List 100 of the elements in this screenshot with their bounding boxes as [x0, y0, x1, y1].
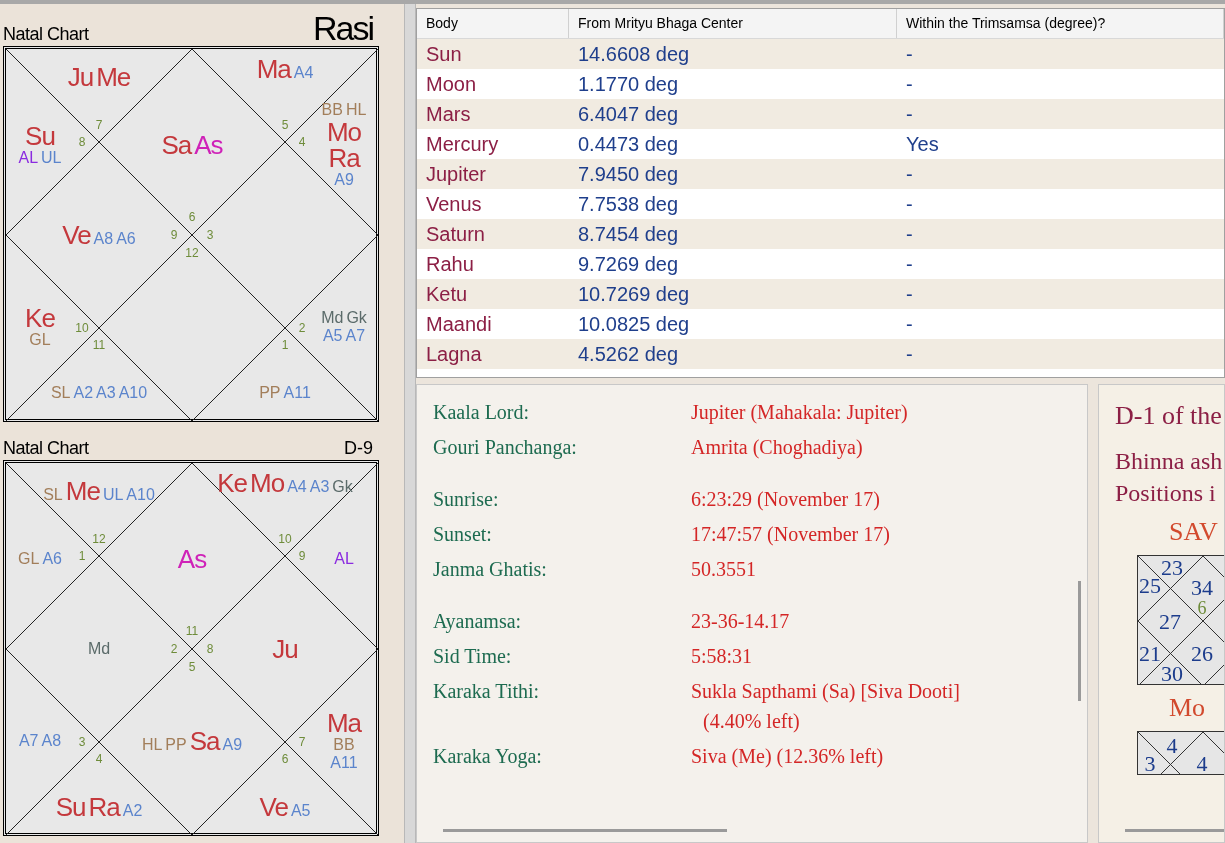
table-cell-text: 14.6608 deg	[577, 42, 691, 67]
table-cell-text: 1.1770 deg	[577, 72, 680, 97]
table-cell-text: 8.7454 deg	[577, 222, 680, 247]
point-label: SL	[43, 486, 63, 504]
chart-title: Natal Chart	[3, 438, 89, 458]
house-number: 11	[185, 625, 199, 637]
house-number: 1	[281, 339, 289, 351]
point-label: A7	[18, 732, 39, 750]
horizontal-scrollbar[interactable]	[443, 829, 727, 832]
detail-label: Ayanamsa:	[433, 609, 523, 635]
house-number: 6	[281, 753, 289, 765]
point-label: A9	[222, 736, 243, 754]
table-cell-text: -	[905, 222, 914, 247]
table-cell-text: Saturn	[425, 222, 486, 247]
planet-label: Me	[65, 478, 100, 504]
detail-label: Sid Time:	[433, 644, 513, 669]
point-label: A3	[309, 478, 330, 496]
detail-value: 23-36-14.17	[691, 609, 790, 634]
table-cell-text: -	[905, 162, 914, 187]
house-number: 1	[78, 550, 86, 562]
house-number: 12	[185, 247, 199, 259]
planet-label: Ma	[256, 56, 291, 82]
house-number: 6	[188, 211, 196, 223]
chart-title: Mo	[1168, 692, 1207, 724]
point-label: A5	[290, 802, 311, 820]
house-number: 7	[298, 736, 306, 748]
planet-label: Sa	[189, 728, 220, 754]
house-number: 5	[281, 119, 289, 131]
table-cell-text: 7.7538 deg	[577, 192, 680, 217]
point-label: A11	[330, 754, 358, 772]
house-number: 10	[278, 533, 292, 545]
column-header[interactable]: From Mrityu Bhaga Center	[569, 9, 897, 38]
point-label: AL	[334, 550, 354, 568]
point-label: UL	[102, 486, 124, 504]
point-label: A5	[322, 327, 343, 345]
detail-value: 6:23:29 (November 17)	[691, 487, 880, 513]
table-cell-text: Sun	[425, 42, 463, 67]
house-number: 8	[206, 643, 214, 655]
table-cell-text: Mercury	[425, 132, 500, 157]
table-cell-text: Venus	[425, 192, 483, 217]
house-number: 12	[92, 533, 106, 545]
table-cell-text: 0.4473 deg	[577, 132, 680, 157]
point-label: Md	[87, 640, 111, 658]
table-cell-text: -	[905, 312, 914, 337]
house-number: 3	[78, 736, 86, 748]
planet-label: Ju	[272, 636, 298, 662]
chart-number: 25	[1139, 576, 1161, 596]
chart-number: 30	[1161, 664, 1183, 684]
planet-label: As	[177, 546, 207, 572]
point-label: UL	[41, 149, 62, 167]
detail-value: Jupiter (Mahakala: Jupiter)	[691, 400, 908, 426]
table-cell-text: Ketu	[425, 282, 469, 307]
planet-label: Ju	[67, 64, 94, 90]
point-label: A2	[122, 802, 143, 820]
panel-text: Positions i	[1115, 479, 1217, 508]
point-label: Md	[321, 309, 344, 327]
chart-number: 21	[1139, 644, 1161, 664]
planet-label: Ke	[217, 470, 248, 496]
house-number: 3	[206, 229, 214, 241]
detail-label: Janma Ghatis:	[433, 557, 548, 582]
vertical-scrollbar[interactable]	[1078, 581, 1081, 701]
table-cell-text: -	[905, 72, 914, 97]
point-label: A11	[283, 384, 311, 402]
house-number: 8	[78, 136, 86, 148]
point-label: HL	[141, 736, 163, 754]
point-label: A2	[73, 384, 94, 402]
chart-label: Rasi	[312, 12, 373, 44]
table-cell-text: Jupiter	[425, 162, 488, 187]
table-cell-text: Rahu	[425, 252, 475, 277]
planet-label: Ve	[259, 794, 288, 820]
point-label: GL	[18, 550, 40, 568]
point-label: PP	[165, 736, 187, 754]
planet-label: Ma	[326, 710, 362, 736]
point-label: HL	[345, 101, 367, 119]
point-label: Gk	[332, 478, 353, 496]
point-label: SL	[50, 384, 71, 402]
planet-label: Me	[96, 64, 131, 90]
chart-number: 6	[1197, 598, 1207, 618]
table-cell-text: Maandi	[425, 312, 493, 337]
point-label: AL	[18, 149, 39, 167]
point-label: GL	[29, 331, 51, 349]
detail-label: Sunset:	[433, 522, 493, 547]
chart-number: 3	[1144, 754, 1156, 774]
table-cell-text: -	[905, 342, 914, 367]
point-label: A4	[287, 478, 307, 496]
house-number: 2	[298, 322, 306, 334]
detail-value: (4.40% left)	[702, 709, 801, 735]
planet-label: Mo	[250, 470, 285, 496]
splitter-bar[interactable]	[404, 4, 416, 843]
chart-title: Natal Chart	[3, 24, 89, 44]
point-label: A8	[41, 732, 62, 750]
point-label: BB	[321, 101, 343, 119]
house-number: 4	[298, 136, 306, 148]
panel-text: Bhinna ash	[1115, 447, 1224, 476]
detail-value: 17:47:57 (November 17)	[691, 522, 890, 548]
column-header[interactable]: Body	[417, 9, 569, 38]
column-header[interactable]: Within the Trimsamsa (degree)?	[897, 9, 1224, 38]
point-label: A9	[334, 171, 354, 189]
point-label: A4	[293, 64, 314, 82]
detail-value: 5:58:31	[691, 644, 753, 669]
